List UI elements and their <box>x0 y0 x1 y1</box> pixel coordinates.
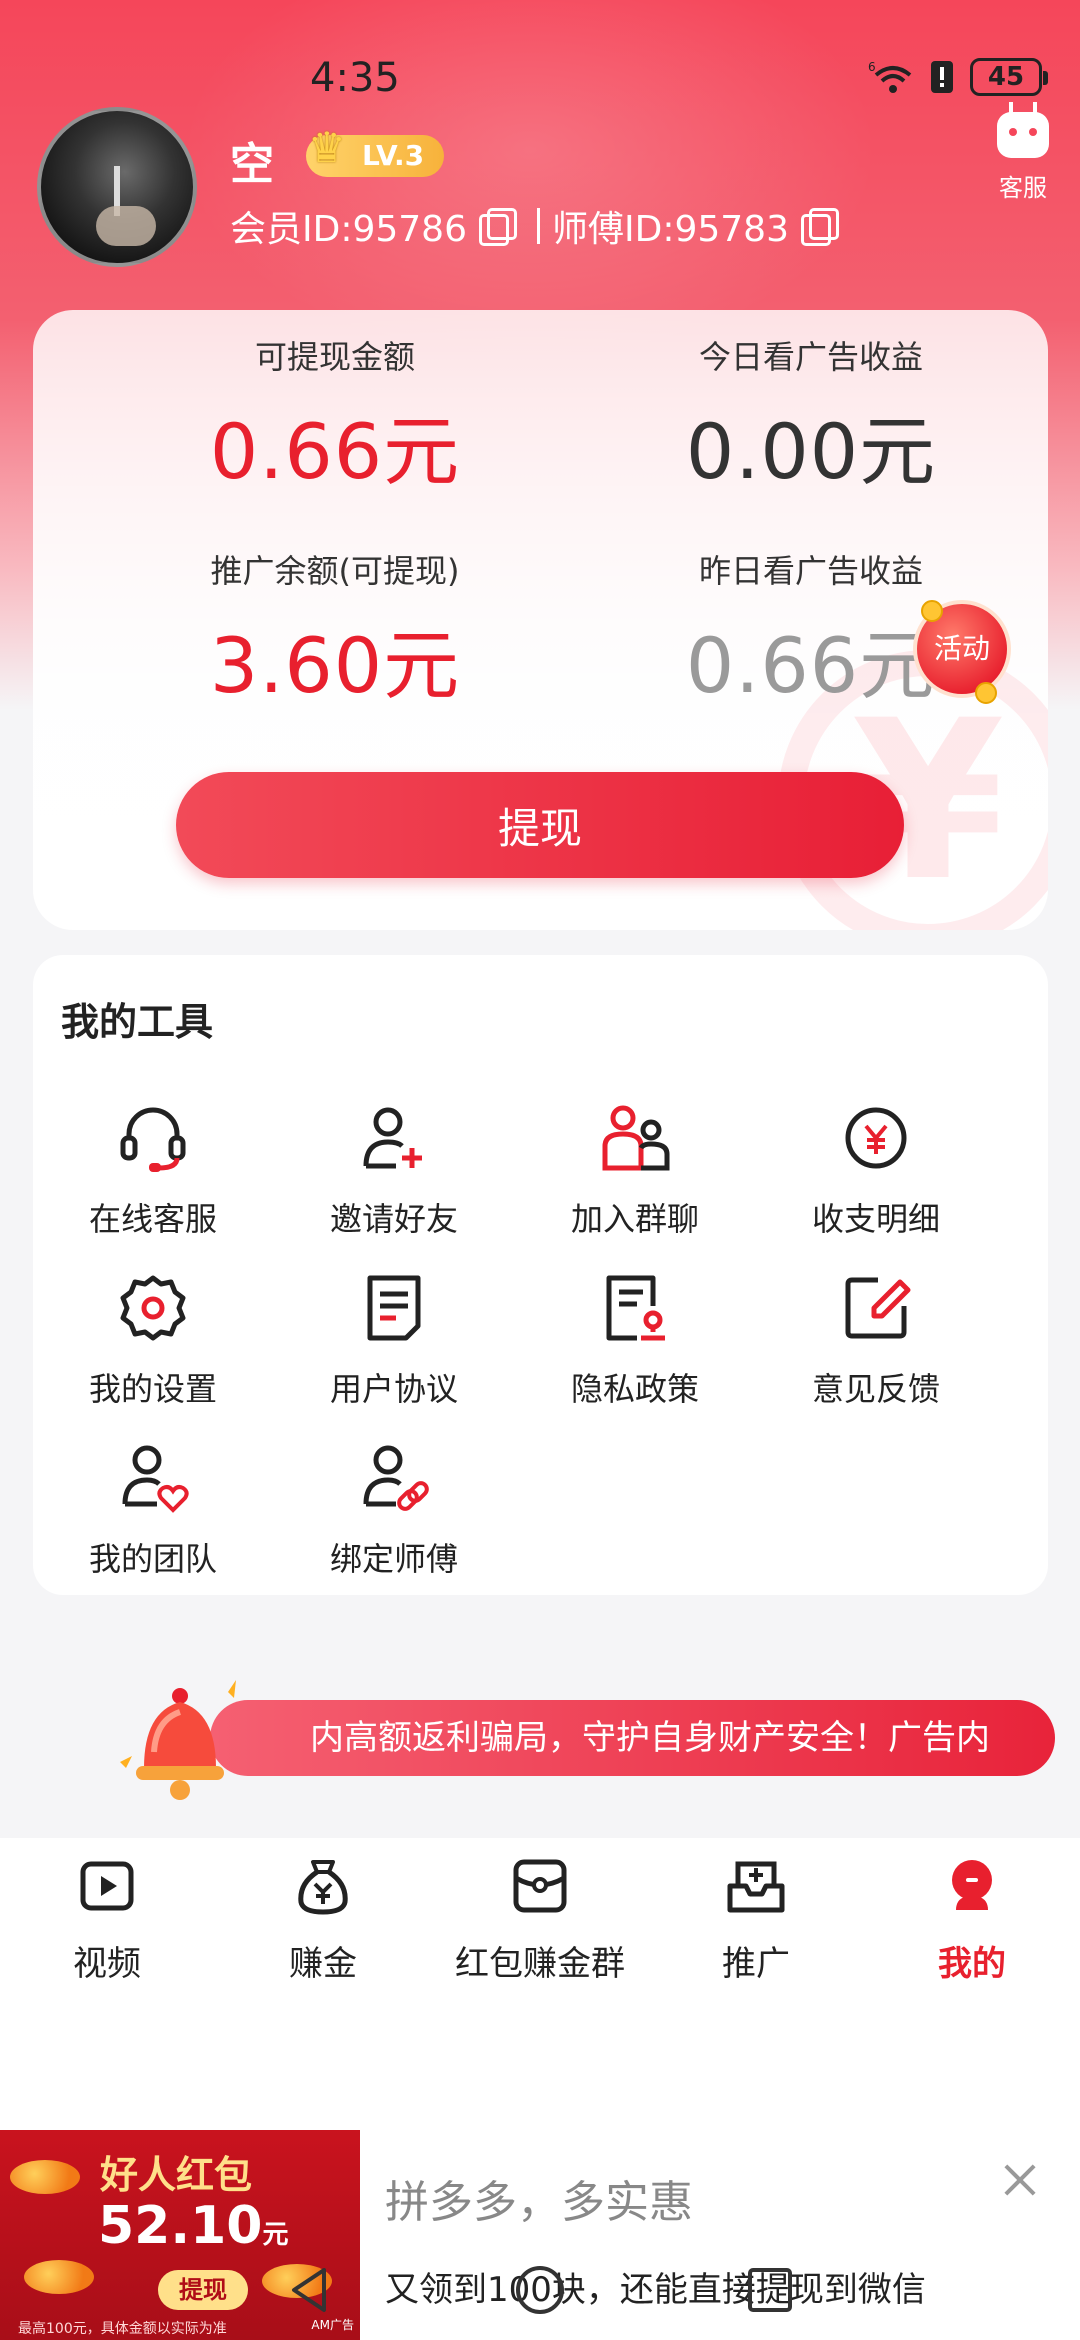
privacy-doc-icon <box>606 1275 665 1341</box>
level-badge: ♛ LV.3 <box>306 127 445 177</box>
fish-icon <box>10 2160 80 2194</box>
back-icon[interactable] <box>280 2260 340 2320</box>
home-icon[interactable] <box>510 2260 570 2320</box>
bell-icon <box>120 1680 236 1800</box>
alert-icon <box>931 61 953 93</box>
ad-title: 拼多多，多实惠 <box>385 2177 693 2228</box>
today-ad-stat: 今日看广告收益 0.00元 <box>601 332 1021 500</box>
today-ad-value: 0.00元 <box>685 407 937 496</box>
promo-balance-stat: 推广余额(可提现) 3.60元 <box>125 546 545 714</box>
withdrawable-stat: 可提现金额 0.66元 <box>125 332 545 500</box>
withdraw-button[interactable]: 提现 <box>176 772 904 878</box>
add-user-icon <box>363 1107 422 1169</box>
link-user-icon <box>363 1445 429 1511</box>
tool-bind-master[interactable]: 绑定师傅 <box>294 1440 494 1580</box>
copy-member-id-icon[interactable] <box>479 208 517 246</box>
close-icon[interactable] <box>1000 2160 1040 2200</box>
svg-text:6: 6 <box>868 60 876 74</box>
bottom-navigation: 视频 赚金 红包赚金群 推广 我的 <box>0 1838 1080 1998</box>
withdrawable-value: 0.66元 <box>209 407 461 496</box>
id-divider <box>537 208 540 244</box>
copy-master-id-icon[interactable] <box>801 208 839 246</box>
nav-promote[interactable]: 推广 <box>656 1856 856 1985</box>
status-bar: 4:35 6 45 <box>0 0 1080 110</box>
nav-red-packet-group[interactable]: 红包赚金群 <box>440 1856 640 1985</box>
nav-earn[interactable]: 赚金 <box>223 1856 423 1985</box>
tool-transactions[interactable]: 收支明细 <box>776 1100 976 1240</box>
robot-icon <box>997 102 1049 158</box>
status-icons: 6 45 <box>868 58 1048 96</box>
activity-badge[interactable]: 活动 <box>913 600 1011 704</box>
tool-invite-friends[interactable]: 邀请好友 <box>294 1100 494 1240</box>
promo-balance-label: 推广余额(可提现) <box>210 552 460 590</box>
user-ids: 会员ID:95786 师傅ID:95783 <box>230 200 847 252</box>
promote-icon <box>727 1861 785 1913</box>
tool-settings[interactable]: 我的设置 <box>53 1270 253 1410</box>
red-packet-icon <box>513 1859 567 1913</box>
master-id: 师傅ID:95783 <box>552 209 789 250</box>
coin-icon <box>921 600 943 622</box>
nav-video[interactable]: 视频 <box>7 1856 207 1985</box>
battery-indicator: 45 <box>970 58 1048 96</box>
promo-balance-value: 3.60元 <box>209 621 461 710</box>
wallet-card: ¥ 可提现金额 0.66元 今日看广告收益 0.00元 推广余额(可提现) 3.… <box>33 310 1048 930</box>
gear-icon <box>120 1275 186 1341</box>
headset-icon <box>120 1107 186 1172</box>
notice-banner[interactable]: 内高额返利骗局，守护自身财产安全！广告内 <box>70 1672 1055 1802</box>
wifi-icon: 6 <box>868 60 912 93</box>
today-ad-label: 今日看广告收益 <box>698 338 923 376</box>
tool-online-service[interactable]: 在线客服 <box>53 1100 253 1240</box>
member-id: 会员ID:95786 <box>230 209 467 250</box>
tool-join-group[interactable]: 加入群聊 <box>535 1100 735 1240</box>
team-heart-icon <box>122 1445 189 1513</box>
tools-title: 我的工具 <box>61 1000 214 1044</box>
service-label: 客服 <box>999 174 1047 202</box>
spacer <box>0 1998 1080 2130</box>
ad-image-title: 好人红包 <box>100 2153 253 2197</box>
tool-my-team[interactable]: 我的团队 <box>53 1440 253 1580</box>
customer-service-button[interactable]: 客服 <box>990 102 1056 203</box>
system-navigation-bar <box>0 2240 1080 2340</box>
nav-mine[interactable]: 我的 <box>872 1856 1072 1985</box>
tool-user-agreement[interactable]: 用户协议 <box>294 1270 494 1410</box>
tools-card: 我的工具 在线客服 邀请好友 加入群聊 收支明细 我的设置 用户协议 隐私政策 … <box>33 955 1048 1595</box>
profile-icon <box>952 1860 992 1910</box>
notice-text: 内高额返利骗局，守护自身财产安全！广告内 <box>210 1700 1055 1776</box>
crown-icon: ♛ <box>308 123 346 172</box>
tool-feedback[interactable]: 意见反馈 <box>776 1270 976 1410</box>
yesterday-ad-label: 昨日看广告收益 <box>698 552 923 590</box>
play-icon <box>80 1861 134 1911</box>
status-time: 4:35 <box>310 55 400 101</box>
coin-icon <box>975 682 997 704</box>
withdrawable-label: 可提现金额 <box>254 338 415 376</box>
avatar[interactable] <box>37 107 197 267</box>
user-name: 空 <box>230 139 274 190</box>
recents-icon[interactable] <box>740 2260 800 2320</box>
money-bag-icon <box>298 1860 348 1915</box>
group-icon <box>602 1105 670 1171</box>
edit-icon <box>845 1277 911 1339</box>
document-icon <box>367 1275 421 1341</box>
tool-privacy-policy[interactable]: 隐私政策 <box>535 1270 735 1410</box>
yuan-icon <box>845 1107 907 1169</box>
